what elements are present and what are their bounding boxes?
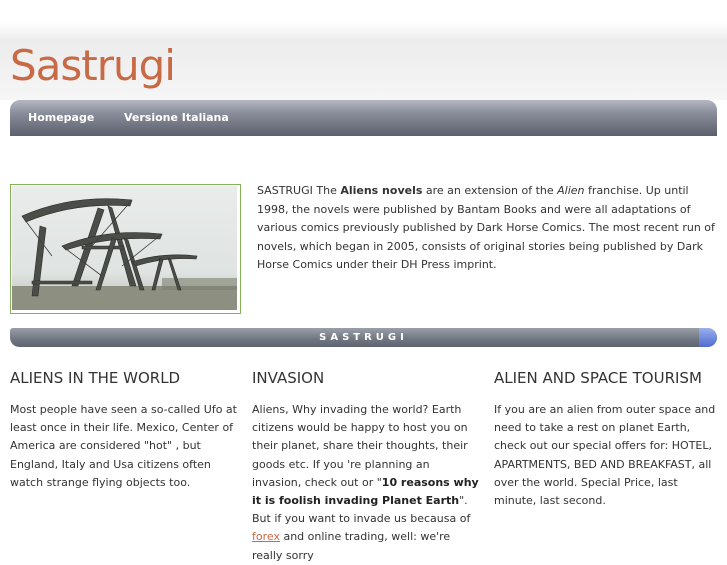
column-aliens-in-the-world: ALIENS IN THE WORLD Most people have see… bbox=[10, 369, 238, 492]
nav-versione-italiana[interactable]: Versione Italiana bbox=[124, 100, 229, 136]
site-title[interactable]: Sastrugi bbox=[10, 40, 176, 92]
forex-link[interactable]: forex bbox=[252, 530, 280, 543]
column-invasion: INVASION Aliens, Why invading the world?… bbox=[252, 369, 480, 565]
intro-paragraph: SASTRUGI The Aliens novels are an extens… bbox=[257, 184, 715, 271]
column-title-world: ALIENS IN THE WORLD bbox=[10, 369, 181, 387]
column-title-tourism: ALIEN AND SPACE TOURISM bbox=[494, 369, 702, 387]
column-title-invasion: INVASION bbox=[252, 369, 325, 387]
column-alien-space-tourism: ALIEN AND SPACE TOURISM If you are an al… bbox=[494, 369, 722, 510]
nav-bar: Homepage Versione Italiana bbox=[10, 100, 717, 136]
radio-telescope-image bbox=[10, 184, 241, 314]
column-text-world: Most people have seen a so-called Ufo at… bbox=[10, 403, 237, 489]
divider-label: SASTRUGI bbox=[319, 332, 408, 343]
column-text-tourism: If you are an alien from outer space and… bbox=[494, 403, 716, 508]
aliens-novels-bold: Aliens novels bbox=[340, 184, 423, 197]
alien-italic: Alien bbox=[557, 184, 585, 197]
section-divider-bar: SASTRUGI bbox=[10, 328, 717, 347]
column-text-invasion: Aliens, Why invading the world? Earth ci… bbox=[252, 403, 479, 562]
nav-homepage[interactable]: Homepage bbox=[28, 100, 94, 136]
